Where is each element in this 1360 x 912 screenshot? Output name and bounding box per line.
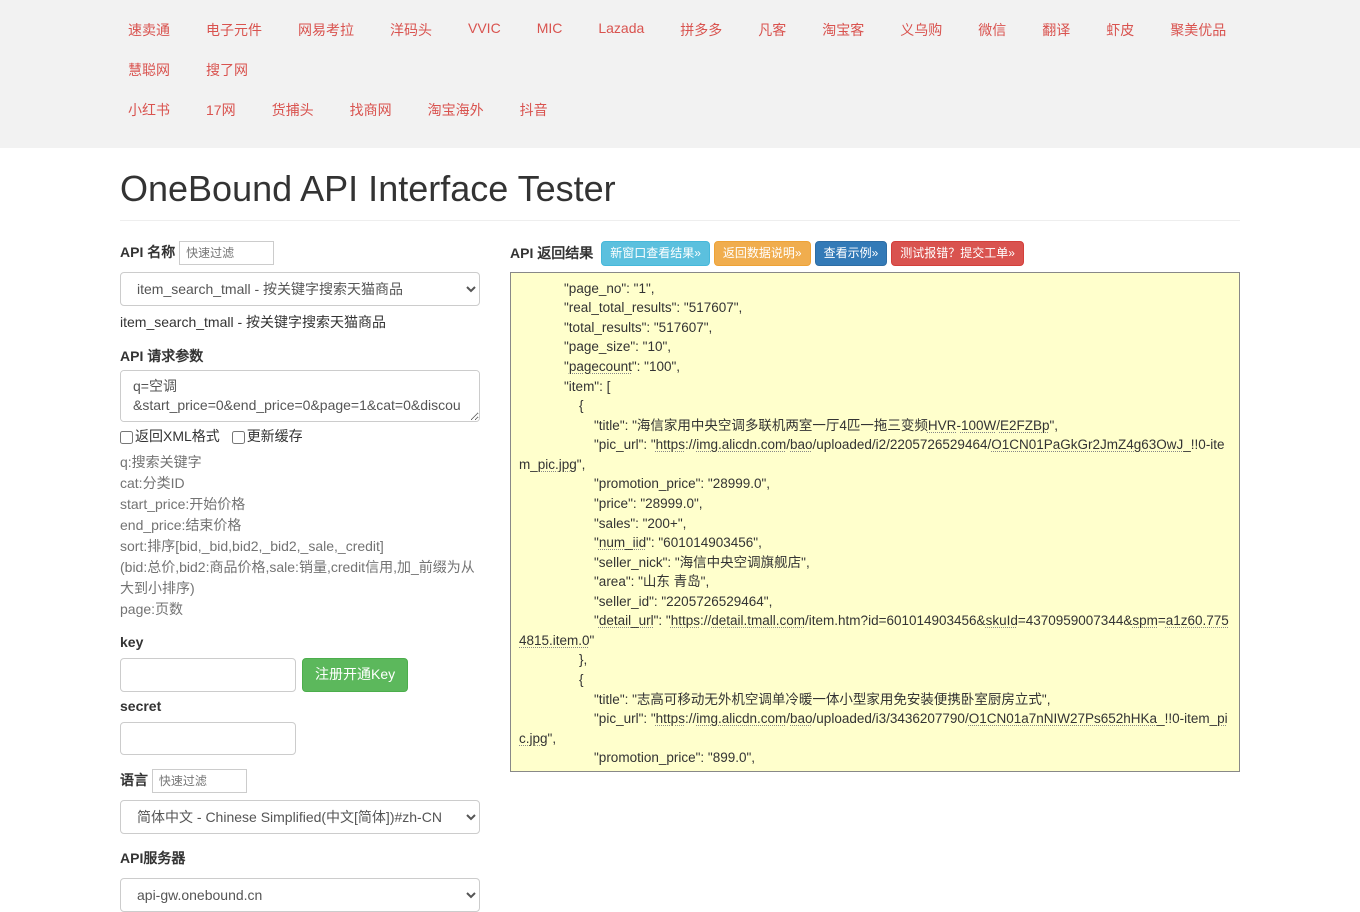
language-label: 语言 <box>120 770 148 790</box>
data-description-button[interactable]: 返回数据说明» <box>714 241 811 266</box>
api-result-label: API 返回结果 <box>510 243 593 263</box>
refresh-cache-checkbox-label[interactable]: 更新缓存 <box>232 428 303 444</box>
left-panel: API 名称 item_search_tmall - 按关键字搜索天猫商品 it… <box>120 241 480 912</box>
nav-link[interactable]: 抖音 <box>502 90 566 130</box>
nav-link[interactable]: 找商网 <box>332 90 410 130</box>
key-input[interactable] <box>120 658 296 692</box>
return-xml-checkbox[interactable] <box>120 431 133 444</box>
nav-link[interactable]: 淘宝海外 <box>410 90 502 130</box>
api-server-select[interactable]: api-gw.onebound.cn <box>120 878 480 912</box>
nav-link[interactable]: 慧聪网 <box>110 50 188 90</box>
nav-link[interactable]: 17网 <box>188 90 254 130</box>
language-filter-input[interactable] <box>152 769 247 793</box>
view-new-window-button[interactable]: 新窗口查看结果» <box>601 241 710 266</box>
nav-link[interactable]: 洋码头 <box>372 10 450 50</box>
api-result-box[interactable]: "page_no": "1", "real_total_results": "5… <box>510 272 1240 772</box>
api-name-select[interactable]: item_search_tmall - 按关键字搜索天猫商品 <box>120 272 480 306</box>
page-title: OneBound API Interface Tester <box>120 168 1240 210</box>
api-server-label: API服务器 <box>120 848 185 868</box>
nav-link[interactable]: 虾皮 <box>1088 10 1152 50</box>
nav-link[interactable]: 小红书 <box>110 90 188 130</box>
refresh-cache-checkbox[interactable] <box>232 431 245 444</box>
nav-link[interactable]: 凡客 <box>740 10 804 50</box>
report-error-button[interactable]: 测试报错？提交工单» <box>891 241 1024 266</box>
api-name-filter-input[interactable] <box>179 241 274 265</box>
nav-row-2: 小红书17网货捕头找商网淘宝海外抖音 <box>110 90 1250 130</box>
nav-link[interactable]: VVIC <box>450 10 519 50</box>
nav-link[interactable]: 搜了网 <box>188 50 266 90</box>
return-xml-checkbox-label[interactable]: 返回XML格式 <box>120 428 220 444</box>
secret-input[interactable] <box>120 722 296 756</box>
api-name-label: API 名称 <box>120 242 175 262</box>
nav-link[interactable]: Lazada <box>580 10 662 50</box>
key-label: key <box>120 634 143 650</box>
nav-link[interactable]: 淘宝客 <box>804 10 882 50</box>
nav-link[interactable]: 拼多多 <box>662 10 740 50</box>
title-separator <box>120 220 1240 221</box>
top-nav-bar: 速卖通电子元件网易考拉洋码头VVICMICLazada拼多多凡客淘宝客义乌购微信… <box>0 0 1360 148</box>
nav-link[interactable]: 翻译 <box>1024 10 1088 50</box>
api-params-textarea[interactable] <box>120 370 480 422</box>
nav-link[interactable]: 义乌购 <box>882 10 960 50</box>
secret-label: secret <box>120 698 161 714</box>
nav-link[interactable]: 网易考拉 <box>280 10 372 50</box>
nav-link[interactable]: 速卖通 <box>110 10 188 50</box>
nav-link[interactable]: 微信 <box>960 10 1024 50</box>
nav-link[interactable]: MIC <box>519 10 581 50</box>
right-panel: API 返回结果 新窗口查看结果» 返回数据说明» 查看示例» 测试报错？提交工… <box>510 241 1240 912</box>
api-description: item_search_tmall - 按关键字搜索天猫商品 <box>120 312 480 332</box>
params-help-text: q:搜索关键字 cat:分类ID start_price:开始价格 end_pr… <box>120 452 480 620</box>
register-key-button[interactable]: 注册开通Key <box>302 658 408 692</box>
nav-link[interactable]: 聚美优品 <box>1152 10 1244 50</box>
language-select[interactable]: 简体中文 - Chinese Simplified(中文[简体])#zh-CN <box>120 800 480 834</box>
api-params-label: API 请求参数 <box>120 346 203 366</box>
nav-row-1: 速卖通电子元件网易考拉洋码头VVICMICLazada拼多多凡客淘宝客义乌购微信… <box>110 10 1250 90</box>
view-example-button[interactable]: 查看示例» <box>815 241 888 266</box>
nav-link[interactable]: 货捕头 <box>254 90 332 130</box>
nav-link[interactable]: 电子元件 <box>188 10 280 50</box>
